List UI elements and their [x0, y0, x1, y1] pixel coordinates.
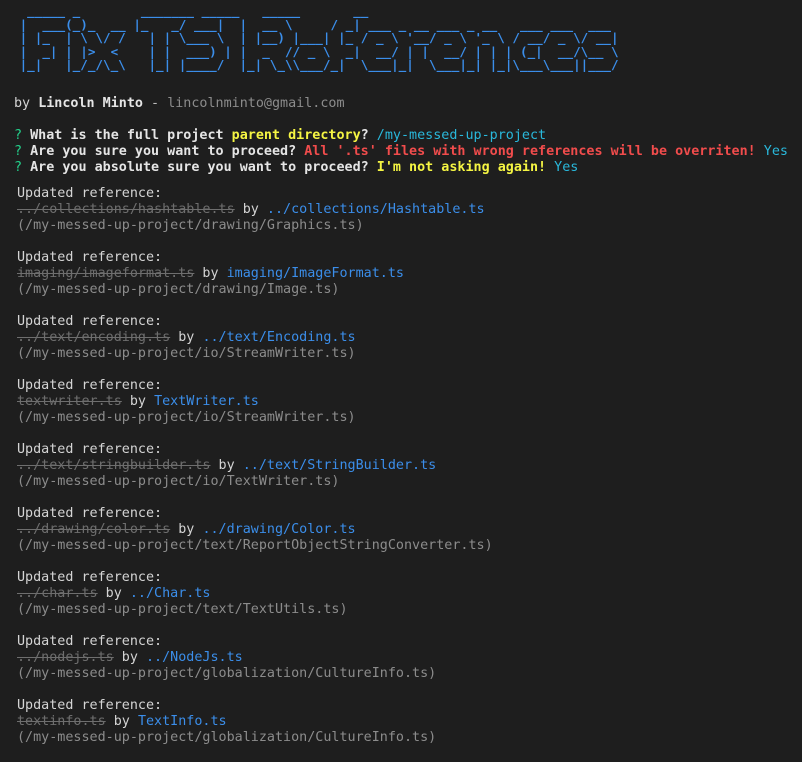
reference-entry: Updated reference: ../collections/hashta…	[17, 186, 797, 250]
prompt-answer: Yes	[755, 144, 788, 159]
entry-change: imaging/imageformat.ts by imaging/ImageF…	[17, 266, 404, 282]
entry-heading: Updated reference:	[17, 314, 163, 329]
prompt-final-confirm: ? Are you absolute sure you want to proc…	[14, 160, 578, 176]
entry-change: textwriter.ts by TextWriter.ts	[17, 394, 259, 410]
prompt-project-directory: ? What is the full project parent direct…	[14, 128, 546, 144]
entry-file-path: (/my-messed-up-project/drawing/Image.ts)	[17, 282, 340, 297]
prompt-question-end: ?	[360, 128, 369, 143]
reference-entry: Updated reference: ../char.ts by ../Char…	[17, 570, 797, 634]
by-word: by	[170, 330, 203, 345]
author-line: by Lincoln Minto - lincolnminto@gmail.co…	[14, 96, 345, 112]
updated-references-list: Updated reference: ../collections/hashta…	[17, 186, 797, 762]
entry-file-path: (/my-messed-up-project/globalization/Cul…	[17, 730, 437, 745]
entry-heading: Updated reference:	[17, 506, 163, 521]
entry-heading: Updated reference:	[17, 250, 163, 265]
author-prefix: by	[14, 96, 39, 111]
ascii-banner-art: _____ _ _______ _____ _____ __ | ___(_)_…	[19, 3, 619, 72]
entry-change: ../drawing/color.ts by ../drawing/Color.…	[17, 522, 356, 538]
new-reference: ../Char.ts	[129, 586, 211, 601]
author-name: Lincoln Minto	[38, 96, 143, 111]
entry-heading: Updated reference:	[17, 698, 163, 713]
old-reference: imaging/imageformat.ts	[17, 266, 195, 281]
old-reference: ../collections/hashtable.ts	[17, 202, 235, 217]
entry-file-path: (/my-messed-up-project/io/StreamWriter.t…	[17, 346, 356, 361]
entry-change: ../char.ts by ../Char.ts	[17, 586, 211, 602]
entry-file-path: (/my-messed-up-project/drawing/Graphics.…	[17, 218, 364, 233]
prompt-highlight: I'm not asking again!	[376, 160, 547, 175]
by-word: by	[97, 586, 130, 601]
reference-entry: Updated reference: ../drawing/color.ts b…	[17, 506, 797, 570]
new-reference: ../collections/Hashtable.ts	[266, 202, 485, 217]
prompt-highlight: parent directory	[231, 128, 361, 143]
prompt-warning: All '.ts' files with wrong references wi…	[304, 144, 756, 159]
entry-file-path: (/my-messed-up-project/text/TextUtils.ts…	[17, 602, 348, 617]
prompt-question-text: Are you absolute sure you want to procee…	[22, 160, 377, 175]
author-email: lincolnminto@gmail.com	[167, 96, 345, 111]
reference-entry: Updated reference: ../text/stringbuilder…	[17, 442, 797, 506]
reference-entry: Updated reference: ../text/encoding.ts b…	[17, 314, 797, 378]
old-reference: ../text/stringbuilder.ts	[17, 458, 211, 473]
old-reference: ../char.ts	[17, 586, 98, 601]
prompt-question-text: What is the full project	[22, 128, 232, 143]
entry-change: textinfo.ts by TextInfo.ts	[17, 714, 227, 730]
entry-heading: Updated reference:	[17, 378, 163, 393]
by-word: by	[194, 266, 227, 281]
prompt-question-text: Are you sure you want to proceed?	[22, 144, 305, 159]
new-reference: ../drawing/Color.ts	[202, 522, 356, 537]
ascii-banner: _____ _ _______ _____ _____ __ | ___(_)_…	[12, 0, 652, 84]
new-reference: imaging/ImageFormat.ts	[226, 266, 404, 281]
prompt-answer: Yes	[546, 160, 579, 175]
by-word: by	[105, 714, 138, 729]
old-reference: textwriter.ts	[17, 394, 122, 409]
entry-heading: Updated reference:	[17, 442, 163, 457]
author-separator: -	[143, 96, 168, 111]
entry-change: ../text/stringbuilder.ts by ../text/Stri…	[17, 458, 436, 474]
old-reference: ../nodejs.ts	[17, 650, 114, 665]
new-reference: ../text/StringBuilder.ts	[242, 458, 437, 473]
entry-file-path: (/my-messed-up-project/io/TextWriter.ts)	[17, 474, 340, 489]
prompt-answer: /my-messed-up-project	[368, 128, 547, 143]
by-word: by	[121, 394, 155, 409]
entry-heading: Updated reference:	[17, 186, 163, 201]
reference-entry: Updated reference: imaging/imageformat.t…	[17, 250, 797, 314]
entry-file-path: (/my-messed-up-project/io/StreamWriter.t…	[17, 410, 356, 425]
new-reference: ../text/Encoding.ts	[202, 330, 356, 345]
old-reference: textinfo.ts	[17, 714, 106, 729]
new-reference: ../NodeJs.ts	[146, 650, 243, 665]
reference-entry: Updated reference: textinfo.ts by TextIn…	[17, 698, 797, 762]
reference-entry: Updated reference: ../nodejs.ts by ../No…	[17, 634, 797, 698]
prompt-question-mark-icon: ?	[14, 144, 23, 159]
by-word: by	[113, 650, 146, 665]
entry-change: ../collections/hashtable.ts by ../collec…	[17, 202, 485, 218]
prompt-question-mark-icon: ?	[14, 160, 23, 175]
entry-heading: Updated reference:	[17, 634, 163, 649]
entry-change: ../text/encoding.ts by ../text/Encoding.…	[17, 330, 356, 346]
by-word: by	[234, 202, 267, 217]
by-word: by	[170, 522, 203, 537]
reference-entry: Updated reference: textwriter.ts by Text…	[17, 378, 797, 442]
prompt-question-mark-icon: ?	[14, 128, 23, 143]
new-reference: TextWriter.ts	[154, 394, 259, 409]
prompt-confirm-proceed: ? Are you sure you want to proceed? All …	[14, 144, 788, 160]
old-reference: ../text/encoding.ts	[17, 330, 171, 345]
entry-change: ../nodejs.ts by ../NodeJs.ts	[17, 650, 243, 666]
entry-heading: Updated reference:	[17, 570, 163, 585]
entry-file-path: (/my-messed-up-project/text/ReportObject…	[17, 538, 493, 553]
old-reference: ../drawing/color.ts	[17, 522, 171, 537]
by-word: by	[210, 458, 243, 473]
entry-file-path: (/my-messed-up-project/globalization/Cul…	[17, 666, 437, 681]
new-reference: TextInfo.ts	[137, 714, 227, 729]
